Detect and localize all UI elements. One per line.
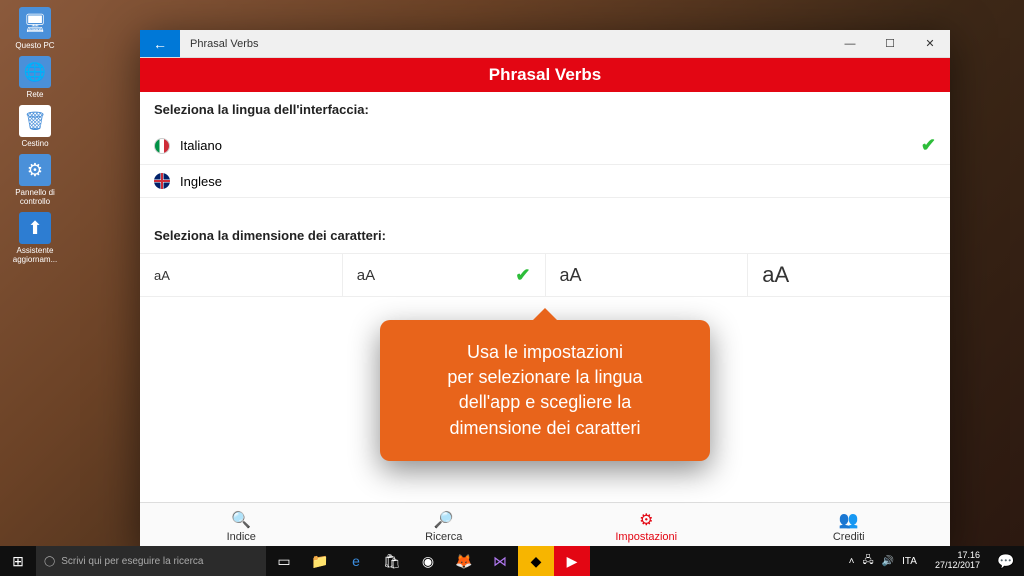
flag-uk-icon — [154, 173, 170, 189]
tray-volume-icon[interactable]: 🔊 — [882, 556, 894, 567]
window-title: Phrasal Verbs — [180, 38, 830, 50]
file-explorer-button[interactable]: 📁 — [302, 546, 338, 576]
search-icon: 🔍 — [231, 510, 251, 530]
language-name: Inglese — [180, 174, 936, 189]
app-button-2[interactable]: ▶ — [554, 546, 590, 576]
control-panel-icon: ⚙ — [19, 154, 51, 186]
trash-icon: 🗑 — [19, 105, 51, 137]
app-window: ← Phrasal Verbs — ☐ ✕ Phrasal Verbs Sele… — [140, 30, 950, 550]
desktop-icon-pannello[interactable]: ⚙ Pannello di controllo — [5, 152, 65, 208]
search-placeholder: Scrivi qui per eseguire la ricerca — [61, 556, 203, 567]
minimize-button[interactable]: — — [830, 30, 870, 57]
fontsize-sample: aA — [762, 262, 789, 288]
language-section-label: Seleziona la lingua dell'interfaccia: — [140, 92, 950, 127]
start-button[interactable]: ⊞ — [0, 546, 36, 576]
clock-date: 27/12/2017 — [935, 561, 980, 571]
arrow-left-icon: ← — [153, 36, 167, 52]
notifications-button[interactable]: 💬 — [988, 553, 1024, 570]
desktop-icon-rete[interactable]: 🌐 Rete — [5, 54, 65, 101]
desktop-icon-label: Questo PC — [15, 41, 54, 50]
fontsize-option-3[interactable]: aA — [546, 254, 749, 296]
language-option-inglese[interactable]: Inglese — [140, 165, 950, 198]
desktop-icon-label: Rete — [27, 90, 44, 99]
taskbar-apps: ▭ 📁 e 🛍 ◉ 🦊 ⋈ ◆ ▶ — [266, 546, 590, 576]
fontsize-option-2[interactable]: aA ✔ — [343, 254, 546, 296]
fontsize-section-label: Seleziona la dimensione dei caratteri: — [140, 218, 950, 253]
desktop-icon-label: Pannello di controllo — [7, 188, 63, 206]
nav-label: Indice — [227, 531, 256, 543]
taskbar: ⊞ ◯ Scrivi qui per eseguire la ricerca ▭… — [0, 546, 1024, 576]
app-button-1[interactable]: ◆ — [518, 546, 554, 576]
nav-label: Ricerca — [425, 531, 462, 543]
chrome-button[interactable]: ◉ — [410, 546, 446, 576]
fontsize-sample: aA — [560, 265, 582, 286]
nav-label: Crediti — [833, 531, 865, 543]
store-button[interactable]: 🛍 — [374, 546, 410, 576]
fontsize-row: aA aA ✔ aA aA — [140, 253, 950, 297]
tray-chevron-icon[interactable]: ˄ — [849, 556, 855, 567]
callout-line: dimensione dei caratteri — [408, 416, 682, 441]
taskbar-clock[interactable]: 17.16 27/12/2017 — [927, 551, 988, 571]
titlebar: ← Phrasal Verbs — ☐ ✕ — [140, 30, 950, 58]
callout-line: dell'app e scegliere la — [408, 390, 682, 415]
callout-line: Usa le impostazioni — [408, 340, 682, 365]
magnify-icon: 🔎 — [434, 510, 454, 530]
taskview-button[interactable]: ▭ — [266, 546, 302, 576]
visualstudio-button[interactable]: ⋈ — [482, 546, 518, 576]
tooltip-callout: Usa le impostazioni per selezionare la l… — [380, 320, 710, 461]
desktop-icon-assistente[interactable]: ⬆ Assistente aggiornam... — [5, 210, 65, 266]
language-option-italiano[interactable]: Italiano ✔ — [140, 127, 950, 165]
desktop-icons: 🖥 Questo PC 🌐 Rete 🗑 Cestino ⚙ Pannello … — [5, 5, 65, 266]
maximize-button[interactable]: ☐ — [870, 30, 910, 57]
windows-icon: ⊞ — [12, 553, 24, 570]
callout-line: per selezionare la lingua — [408, 365, 682, 390]
nav-indice[interactable]: 🔍 Indice — [140, 503, 343, 550]
app-header: Phrasal Verbs — [140, 58, 950, 92]
nav-crediti[interactable]: 👥 Crediti — [748, 503, 951, 550]
system-tray: ˄ 🖧 🔊 ITA — [839, 553, 927, 570]
tray-network-icon[interactable]: 🖧 — [863, 553, 874, 570]
fontsize-option-4[interactable]: aA — [748, 254, 950, 296]
flag-italy-icon — [154, 138, 170, 154]
nav-impostazioni[interactable]: ⚙ Impostazioni — [545, 503, 748, 550]
fontsize-sample: aA — [154, 268, 170, 283]
desktop-icon-label: Cestino — [21, 139, 48, 148]
edge-button[interactable]: e — [338, 546, 374, 576]
settings-content: Seleziona la lingua dell'interfaccia: It… — [140, 92, 950, 502]
computer-icon: 🖥 — [19, 7, 51, 39]
cortana-icon: ◯ — [44, 556, 55, 567]
people-icon: 👥 — [839, 510, 859, 530]
taskbar-search[interactable]: ◯ Scrivi qui per eseguire la ricerca — [36, 546, 266, 576]
back-button[interactable]: ← — [140, 30, 180, 57]
desktop-icon-cestino[interactable]: 🗑 Cestino — [5, 103, 65, 150]
bottom-nav: 🔍 Indice 🔎 Ricerca ⚙ Impostazioni 👥 Cred… — [140, 502, 950, 550]
firefox-button[interactable]: 🦊 — [446, 546, 482, 576]
desktop-icon-label: Assistente aggiornam... — [7, 246, 63, 264]
desktop-icon-questo-pc[interactable]: 🖥 Questo PC — [5, 5, 65, 52]
fontsize-option-1[interactable]: aA — [140, 254, 343, 296]
nav-ricerca[interactable]: 🔎 Ricerca — [343, 503, 546, 550]
check-icon: ✔ — [515, 265, 530, 286]
tray-language[interactable]: ITA — [902, 556, 917, 567]
update-assistant-icon: ⬆ — [19, 212, 51, 244]
gear-icon: ⚙ — [639, 510, 653, 530]
check-icon: ✔ — [921, 135, 936, 156]
close-button[interactable]: ✕ — [910, 30, 950, 57]
window-controls: — ☐ ✕ — [830, 30, 950, 57]
language-name: Italiano — [180, 138, 921, 153]
nav-label: Impostazioni — [615, 531, 677, 543]
fontsize-sample: aA — [357, 267, 375, 284]
network-icon: 🌐 — [19, 56, 51, 88]
